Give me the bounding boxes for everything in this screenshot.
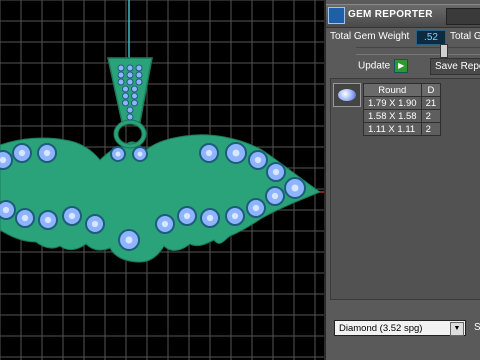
update-label: Update xyxy=(358,60,391,72)
bail-gem xyxy=(122,92,129,100)
bail-gem xyxy=(122,99,129,107)
bail-gem xyxy=(126,78,134,86)
bail-gem xyxy=(131,99,138,107)
bail-gem xyxy=(122,85,129,93)
gem-highlight xyxy=(2,206,10,214)
gem-highlight xyxy=(18,149,26,157)
table-cell-count: 21 xyxy=(420,96,442,110)
table-row[interactable]: 1.11 X 1.11 2 xyxy=(363,122,442,136)
bail-gem xyxy=(135,64,143,72)
bail-gem xyxy=(135,78,143,86)
gem-highlight xyxy=(21,214,29,222)
table-cell-size: 1.58 X 1.58 xyxy=(363,109,422,123)
gem-table: Round D 1.79 X 1.90 21 1.58 X 1.58 2 1.1… xyxy=(330,78,480,300)
panel-titlebar[interactable]: GEM REPORTER xyxy=(326,4,480,28)
app-logo-icon xyxy=(328,7,345,24)
panel-title: GEM REPORTER xyxy=(348,9,433,20)
bail-gem xyxy=(126,64,134,72)
bail-gem xyxy=(117,78,125,86)
gem-highlight xyxy=(272,168,280,176)
material-select[interactable]: Diamond (3.52 spg) ▼ xyxy=(334,320,466,336)
gem-highlight xyxy=(125,236,133,244)
gem-highlight xyxy=(44,216,52,224)
gem-highlight xyxy=(205,149,213,157)
bail-gem xyxy=(126,106,134,114)
table-header-count: D xyxy=(420,83,442,97)
total-label-cut: Total G xyxy=(450,31,480,42)
gem-highlight xyxy=(232,149,240,157)
total-gem-weight-label: Total Gem Weight xyxy=(330,31,410,42)
gem-highlight xyxy=(0,156,7,164)
bail-gem xyxy=(117,71,125,79)
total-gem-weight-value: .52 xyxy=(416,30,446,45)
gem-highlight xyxy=(183,212,191,220)
table-cell-count: 2 xyxy=(420,122,442,136)
table-cell-count: 2 xyxy=(420,109,442,123)
gem-size-table: Round D 1.79 X 1.90 21 1.58 X 1.58 2 1.1… xyxy=(363,83,442,136)
table-header-shape: Round xyxy=(363,83,422,97)
gem-highlight xyxy=(43,149,51,157)
gem-highlight xyxy=(137,151,143,157)
table-cell-size: 1.11 X 1.11 xyxy=(363,122,422,136)
bail-gem xyxy=(131,92,138,100)
gem-highlight xyxy=(161,220,169,228)
gem-highlight xyxy=(252,204,260,212)
gem-highlight xyxy=(68,212,76,220)
material-select-value: Diamond (3.52 spg) xyxy=(339,323,423,334)
gem-highlight xyxy=(91,220,99,228)
gem-shape-icon[interactable] xyxy=(333,83,361,107)
gem-highlight xyxy=(271,192,279,200)
table-row[interactable]: 1.58 X 1.58 2 xyxy=(363,109,442,123)
chevron-down-icon[interactable]: ▼ xyxy=(450,322,464,336)
gem-highlight xyxy=(206,214,214,222)
bail-gem xyxy=(117,64,125,72)
slider-knob[interactable] xyxy=(440,44,448,58)
bail-gem xyxy=(131,85,138,93)
bail-gem xyxy=(126,71,134,79)
table-row[interactable]: 1.79 X 1.90 21 xyxy=(363,96,442,110)
bail-gem xyxy=(126,113,134,121)
weight-slider[interactable] xyxy=(356,44,480,58)
update-button[interactable]: Update ▶ xyxy=(358,59,409,73)
gem-highlight xyxy=(231,212,239,220)
gem-highlight xyxy=(254,156,262,164)
table-cell-size: 1.79 X 1.90 xyxy=(363,96,422,110)
gem-reporter-panel: GEM REPORTER Total Gem Weight .52 Total … xyxy=(324,0,480,360)
footer-cut-label: S xyxy=(474,322,480,333)
titlebar-control[interactable] xyxy=(446,8,480,25)
bail-gem xyxy=(135,71,143,79)
gem-highlight xyxy=(291,184,299,192)
play-icon[interactable]: ▶ xyxy=(394,59,409,73)
save-report-button[interactable]: Save Repo xyxy=(430,58,480,75)
gem-highlight xyxy=(115,151,121,157)
